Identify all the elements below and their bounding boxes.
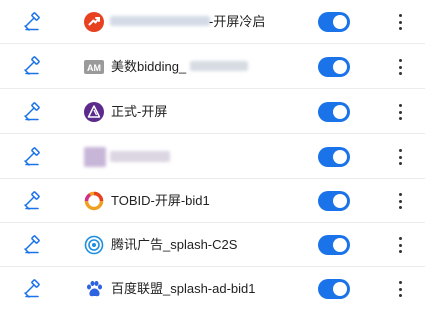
- app-name: 腾讯广告_splash-C2S: [111, 237, 238, 252]
- tencent-ads-logo: [84, 235, 104, 255]
- list-item: AM 美数bidding_: [0, 44, 425, 87]
- redacted-logo: [84, 147, 106, 167]
- gavel-icon[interactable]: [22, 147, 42, 167]
- redacted-text: [110, 151, 170, 162]
- more-options-icon[interactable]: [396, 57, 404, 77]
- gavel-icon[interactable]: [22, 279, 42, 299]
- gavel-icon[interactable]: [22, 102, 42, 122]
- enable-toggle[interactable]: [318, 235, 350, 255]
- baidu-paw-logo: [84, 279, 104, 299]
- redacted-text: [110, 16, 210, 26]
- enable-toggle[interactable]: [318, 57, 350, 77]
- list-item: 百度联盟_splash-ad-bid1: [0, 267, 425, 310]
- enable-toggle[interactable]: [318, 102, 350, 122]
- list-item: -开屏冷启: [0, 0, 425, 43]
- gavel-icon[interactable]: [22, 235, 42, 255]
- app-name: 百度联盟_splash-ad-bid1: [111, 281, 256, 296]
- enable-toggle[interactable]: [318, 147, 350, 167]
- more-options-icon[interactable]: [396, 12, 404, 32]
- svg-text:AM: AM: [87, 63, 101, 73]
- am-logo: AM: [84, 57, 104, 77]
- tobid-ring-logo: [84, 191, 104, 211]
- purple-triangle-logo: [84, 102, 104, 122]
- app-name: -开屏冷启: [209, 14, 266, 29]
- app-name: TOBID-开屏-bid1: [111, 193, 210, 208]
- redacted-text: [190, 61, 248, 71]
- gavel-icon[interactable]: [22, 56, 42, 76]
- more-options-icon[interactable]: [396, 102, 404, 122]
- list-item: 正式-开屏: [0, 89, 425, 132]
- ad-source-list: -开屏冷启 AM 美数bidding_ 正式-开屏 TOBID-开屏-bid1 …: [0, 0, 425, 307]
- more-options-icon[interactable]: [396, 191, 404, 211]
- gavel-icon[interactable]: [22, 191, 42, 211]
- enable-toggle[interactable]: [318, 191, 350, 211]
- list-item: 腾讯广告_splash-C2S: [0, 223, 425, 266]
- app-name: 美数bidding_: [111, 59, 187, 74]
- more-options-icon[interactable]: [396, 279, 404, 299]
- list-item: [0, 134, 425, 177]
- red-circle-arrow-logo: [84, 12, 104, 32]
- app-name: 正式-开屏: [111, 104, 168, 119]
- more-options-icon[interactable]: [396, 235, 404, 255]
- gavel-icon[interactable]: [22, 12, 42, 32]
- enable-toggle[interactable]: [318, 279, 350, 299]
- list-item: TOBID-开屏-bid1: [0, 179, 425, 222]
- more-options-icon[interactable]: [396, 147, 404, 167]
- enable-toggle[interactable]: [318, 12, 350, 32]
